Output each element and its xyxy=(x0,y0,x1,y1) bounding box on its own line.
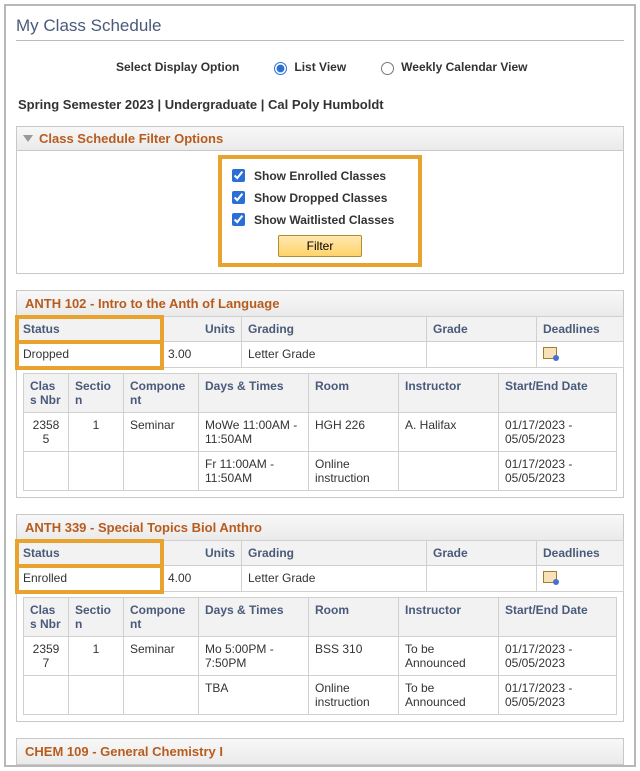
col-room: Room xyxy=(309,598,399,637)
course-info-table: Status Units Grading Grade Deadlines Dro… xyxy=(16,316,624,368)
col-classnbr: Class Nbr xyxy=(24,598,69,637)
course-schedule-table: Class Nbr Section Component Days & Times… xyxy=(23,597,617,715)
weekly-view-label: Weekly Calendar View xyxy=(401,60,527,74)
cell-instructor: A. Halifax xyxy=(399,413,499,452)
cell-component xyxy=(124,452,199,491)
col-instructor: Instructor xyxy=(399,374,499,413)
col-daystimes: Days & Times xyxy=(199,598,309,637)
list-view-radio[interactable] xyxy=(274,62,287,75)
status-value: Dropped xyxy=(17,342,162,368)
col-grading: Grading xyxy=(242,317,427,342)
table-row: Fr 11:00AM - 11:50AM Online instruction … xyxy=(24,452,617,491)
units-value: 3.00 xyxy=(162,342,242,368)
calendar-icon[interactable] xyxy=(543,571,557,583)
col-grading: Grading xyxy=(242,541,427,566)
cell-room: HGH 226 xyxy=(309,413,399,452)
cell-instructor: To be Announced xyxy=(399,637,499,676)
col-component: Component xyxy=(124,374,199,413)
filter-button[interactable]: Filter xyxy=(278,235,363,257)
col-daystimes: Days & Times xyxy=(199,374,309,413)
show-enrolled-label: Show Enrolled Classes xyxy=(254,169,386,183)
filter-panel: Show Enrolled Classes Show Dropped Class… xyxy=(16,151,624,274)
table-row: TBA Online instruction To be Announced 0… xyxy=(24,676,617,715)
status-value: Enrolled xyxy=(17,566,162,592)
cell-component xyxy=(124,676,199,715)
list-view-label: List View xyxy=(294,60,346,74)
col-units: Units xyxy=(162,541,242,566)
cell-dates: 01/17/2023 - 05/05/2023 xyxy=(499,452,617,491)
cell-days: Mo 5:00PM - 7:50PM xyxy=(199,637,309,676)
cell-dates: 01/17/2023 - 05/05/2023 xyxy=(499,676,617,715)
page-title: My Class Schedule xyxy=(16,16,624,36)
deadlines-cell xyxy=(537,566,624,592)
cell-section xyxy=(69,452,124,491)
units-value: 4.00 xyxy=(162,566,242,592)
cell-section xyxy=(69,676,124,715)
cell-room: Online instruction xyxy=(309,676,399,715)
grading-value: Letter Grade xyxy=(242,566,427,592)
cell-component: Seminar xyxy=(124,637,199,676)
grade-value xyxy=(427,342,537,368)
col-grade: Grade xyxy=(427,317,537,342)
cell-component: Seminar xyxy=(124,413,199,452)
cell-dates: 01/17/2023 - 05/05/2023 xyxy=(499,637,617,676)
col-instructor: Instructor xyxy=(399,598,499,637)
cell-dates: 01/17/2023 - 05/05/2023 xyxy=(499,413,617,452)
show-waitlisted-label: Show Waitlisted Classes xyxy=(254,213,394,227)
col-deadlines: Deadlines xyxy=(537,541,624,566)
divider xyxy=(16,40,624,41)
grade-value xyxy=(427,566,537,592)
cell-nbr xyxy=(24,452,69,491)
col-status: Status xyxy=(17,317,162,342)
course-schedule-table: Class Nbr Section Component Days & Times… xyxy=(23,373,617,491)
term-line: Spring Semester 2023 | Undergraduate | C… xyxy=(18,97,624,112)
col-component: Component xyxy=(124,598,199,637)
cell-days: MoWe 11:00AM - 11:50AM xyxy=(199,413,309,452)
cell-nbr xyxy=(24,676,69,715)
col-room: Room xyxy=(309,374,399,413)
deadlines-cell xyxy=(537,342,624,368)
cell-nbr: 23597 xyxy=(24,637,69,676)
course-block: CHEM 109 - General Chemistry I xyxy=(16,738,624,765)
course-header: ANTH 339 - Special Topics Biol Anthro xyxy=(16,514,624,541)
show-enrolled-checkbox[interactable] xyxy=(232,169,245,182)
course-block: ANTH 102 - Intro to the Anth of Language… xyxy=(16,290,624,498)
cell-room: BSS 310 xyxy=(309,637,399,676)
filter-header[interactable]: Class Schedule Filter Options xyxy=(16,126,624,151)
filter-header-title: Class Schedule Filter Options xyxy=(39,131,223,146)
filter-highlight-box: Show Enrolled Classes Show Dropped Class… xyxy=(220,157,420,265)
cell-nbr: 23585 xyxy=(24,413,69,452)
col-grade: Grade xyxy=(427,541,537,566)
course-block: ANTH 339 - Special Topics Biol Anthro St… xyxy=(16,514,624,722)
col-startend: Start/End Date xyxy=(499,374,617,413)
course-info-table: Status Units Grading Grade Deadlines Enr… xyxy=(16,540,624,592)
col-units: Units xyxy=(162,317,242,342)
cell-days: TBA xyxy=(199,676,309,715)
weekly-view-radio[interactable] xyxy=(381,62,394,75)
table-row: 23585 1 Seminar MoWe 11:00AM - 11:50AM H… xyxy=(24,413,617,452)
cell-room: Online instruction xyxy=(309,452,399,491)
display-option-row: Select Display Option List View Weekly C… xyxy=(116,59,624,75)
col-section: Section xyxy=(69,374,124,413)
cell-section: 1 xyxy=(69,637,124,676)
course-header: CHEM 109 - General Chemistry I xyxy=(16,738,624,765)
col-section: Section xyxy=(69,598,124,637)
cell-days: Fr 11:00AM - 11:50AM xyxy=(199,452,309,491)
display-option-label: Select Display Option xyxy=(116,60,239,74)
collapse-triangle-icon xyxy=(23,135,33,142)
table-row: 23597 1 Seminar Mo 5:00PM - 7:50PM BSS 3… xyxy=(24,637,617,676)
show-dropped-label: Show Dropped Classes xyxy=(254,191,387,205)
cell-instructor xyxy=(399,452,499,491)
cell-instructor: To be Announced xyxy=(399,676,499,715)
show-dropped-checkbox[interactable] xyxy=(232,191,245,204)
calendar-icon[interactable] xyxy=(543,347,557,359)
course-header: ANTH 102 - Intro to the Anth of Language xyxy=(16,290,624,317)
show-waitlisted-checkbox[interactable] xyxy=(232,213,245,226)
col-deadlines: Deadlines xyxy=(537,317,624,342)
col-classnbr: Class Nbr xyxy=(24,374,69,413)
cell-section: 1 xyxy=(69,413,124,452)
grading-value: Letter Grade xyxy=(242,342,427,368)
col-startend: Start/End Date xyxy=(499,598,617,637)
col-status: Status xyxy=(17,541,162,566)
